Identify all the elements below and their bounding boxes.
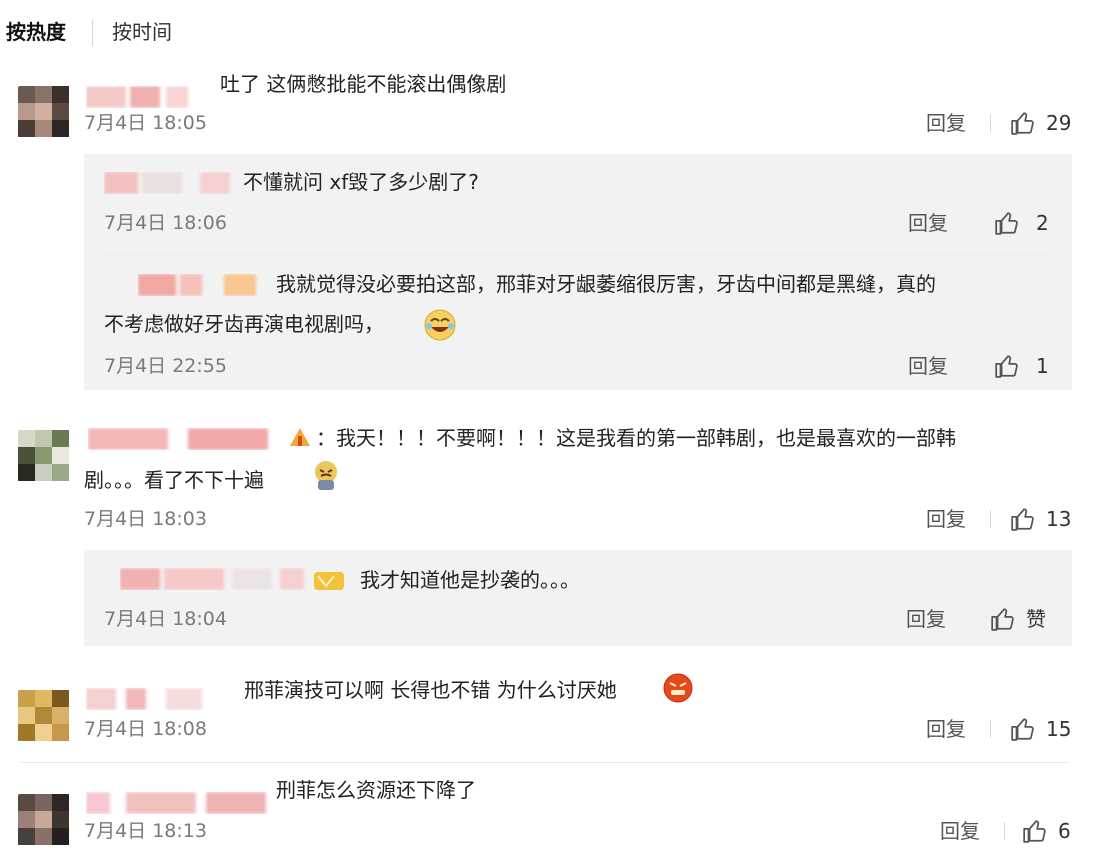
like-count: 15 (1046, 717, 1072, 741)
action-divider (990, 510, 991, 528)
reply-text-line2: 不考虑做好牙齿再演电视剧吗， (104, 312, 384, 336)
reply-button[interactable]: 回复 (908, 210, 948, 236)
like-count: 6 (1058, 819, 1071, 843)
thumbs-up-icon[interactable] (990, 606, 1016, 632)
reply-button[interactable]: 回复 (926, 506, 966, 532)
like-count: 29 (1046, 111, 1072, 135)
thumbs-up-icon[interactable] (1010, 716, 1036, 742)
angry-emoji-icon (663, 673, 693, 703)
reply-divider (104, 254, 1054, 255)
like-label: 赞 (1026, 607, 1046, 631)
avatar[interactable] (18, 690, 70, 742)
reply-text: 我就觉得没必要拍这部，邢菲对牙龈萎缩很厉害，牙齿中间都是黑缝，真的 (276, 272, 936, 296)
sort-tab-time[interactable]: 按时间 (112, 18, 172, 46)
username-blurred[interactable] (138, 274, 268, 296)
reply-button[interactable]: 回复 (926, 716, 966, 742)
comment-time: 7月4日 18:08 (84, 718, 207, 740)
sort-bar: 按热度 按时间 (0, 0, 1108, 64)
reply-button[interactable]: 回复 (908, 353, 948, 379)
reply-button[interactable]: 回复 (906, 606, 946, 632)
crying-emoji-icon (315, 461, 337, 490)
action-divider (990, 720, 991, 738)
reply-time: 7月4日 18:06 (104, 212, 227, 234)
username-blurred[interactable] (86, 688, 236, 710)
thumbs-up-icon[interactable] (994, 210, 1020, 236)
sort-divider (92, 20, 93, 46)
avatar[interactable] (18, 430, 70, 482)
action-divider (990, 114, 991, 132)
comment-time: 7月4日 18:05 (84, 112, 207, 134)
comment-text: 刑菲怎么资源还下降了 (276, 778, 476, 802)
laughing-emoji-icon (424, 309, 456, 341)
like-count: 2 (1036, 211, 1049, 235)
thumbs-up-icon[interactable] (1022, 818, 1048, 844)
avatar[interactable] (18, 86, 70, 138)
like-count: 13 (1046, 507, 1072, 531)
comment-divider (20, 762, 1070, 763)
reply-text: 不懂就问 xf毁了多少剧了? (243, 170, 479, 194)
reply-text: 我才知道他是抄袭的。。。 (360, 568, 580, 592)
reply-button[interactable]: 回复 (926, 110, 966, 136)
vip-badge-icon (290, 428, 310, 446)
comment-text-line2: 剧。。。看了不下十遍 (84, 468, 264, 492)
like-count: 1 (1036, 354, 1049, 378)
comment-text: ：我天！！！不要啊！！！这是我看的第一部韩剧，也是最喜欢的一部韩 (316, 426, 956, 450)
thumbs-up-icon[interactable] (1010, 110, 1036, 136)
username-blurred[interactable] (86, 86, 216, 108)
reply-time: 7月4日 22:55 (104, 355, 227, 377)
username-blurred[interactable] (104, 172, 240, 194)
sort-tab-hot[interactable]: 按热度 (6, 18, 66, 46)
username-blurred[interactable] (88, 428, 288, 450)
action-divider (1004, 822, 1005, 840)
thumbs-up-icon[interactable] (1010, 506, 1036, 532)
vip-badge-icon (314, 572, 344, 590)
thumbs-up-icon[interactable] (994, 353, 1020, 379)
reply-button[interactable]: 回复 (940, 818, 980, 844)
avatar[interactable] (18, 794, 70, 846)
comment-text: 吐了 这俩憋批能不能滚出偶像剧 (220, 72, 507, 96)
username-blurred[interactable] (120, 568, 310, 590)
comment-text: 邢菲演技可以啊 长得也不错 为什么讨厌她 (244, 678, 617, 702)
comment-time: 7月4日 18:03 (84, 508, 207, 530)
reply-time: 7月4日 18:04 (104, 608, 227, 630)
comment-time: 7月4日 18:13 (84, 820, 207, 842)
username-blurred[interactable] (86, 792, 276, 814)
